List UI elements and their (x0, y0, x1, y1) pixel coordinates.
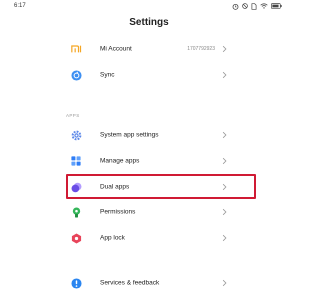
chevron-right-icon (222, 45, 227, 53)
status-bar: 6:17 (0, 0, 298, 14)
app-lock-icon (70, 232, 82, 244)
chevron-right-icon (222, 157, 227, 165)
chevron-right-icon (222, 71, 227, 79)
mi-account-label: Mi Account (100, 45, 132, 53)
sync-row[interactable]: Sync (0, 63, 298, 87)
chevron-right-icon (222, 279, 227, 287)
system-app-settings-label: System app settings (100, 131, 159, 139)
wifi-icon (260, 3, 268, 9)
sync-icon (70, 69, 82, 81)
permissions-label: Permissions (100, 208, 136, 216)
sync-label: Sync (100, 71, 115, 79)
manage-apps-label: Manage apps (100, 157, 140, 165)
gear-icon (70, 129, 82, 141)
permissions-row[interactable]: Permissions (0, 200, 298, 224)
alarm-icon (232, 3, 239, 10)
app-lock-label: App lock (100, 234, 125, 242)
services-feedback-row[interactable]: Services & feedback (0, 271, 298, 295)
status-time: 6:17 (14, 3, 26, 9)
apps-section-header: APPS (66, 113, 80, 118)
help-icon (70, 277, 82, 289)
permissions-icon (70, 206, 82, 218)
page-title: Settings (129, 17, 169, 28)
sim-icon (251, 2, 257, 10)
app-lock-row[interactable]: App lock (0, 226, 298, 250)
services-feedback-label: Services & feedback (100, 279, 160, 287)
mi-account-row[interactable]: Mi Account 1707792923 (0, 37, 298, 61)
status-icons (232, 2, 282, 10)
grid-icon (70, 155, 82, 167)
mi-logo-icon (70, 43, 82, 55)
battery-icon (271, 3, 282, 9)
dual-apps-highlight-box (66, 174, 256, 199)
system-app-settings-row[interactable]: System app settings (0, 123, 298, 147)
manage-apps-row[interactable]: Manage apps (0, 149, 298, 173)
chevron-right-icon (222, 131, 227, 139)
chevron-right-icon (222, 208, 227, 216)
mi-account-id: 1707792923 (187, 46, 215, 52)
chevron-right-icon (222, 234, 227, 242)
do-not-disturb-icon (242, 3, 248, 9)
